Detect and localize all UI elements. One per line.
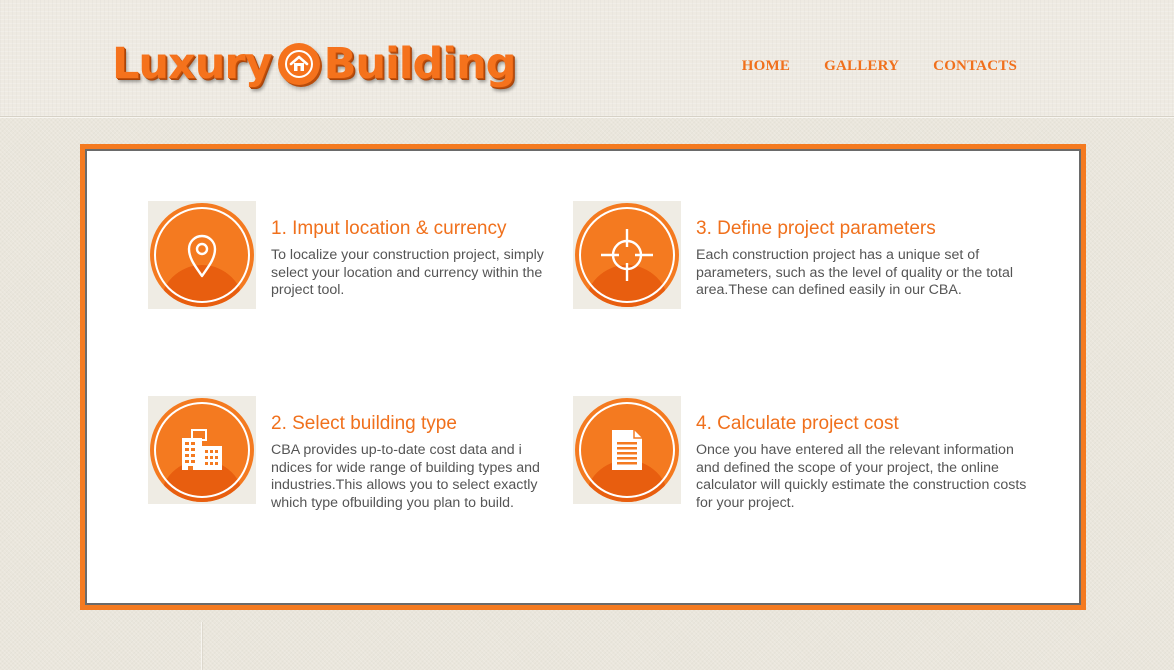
site-header: Luxury Building HOME GALLERY CONTACTS bbox=[0, 0, 1174, 117]
logo[interactable]: Luxury Building bbox=[112, 34, 517, 94]
buildings-icon bbox=[150, 398, 254, 502]
step-building-type: 2. Select building type CBA provides up-… bbox=[148, 396, 588, 511]
crosshair-icon bbox=[575, 203, 679, 307]
step-icon-tile bbox=[573, 201, 681, 309]
nav-home-link[interactable]: HOME bbox=[742, 58, 790, 75]
footer-divider bbox=[201, 622, 202, 670]
step-icon-tile bbox=[148, 396, 256, 504]
step-location-currency: 1. Imput location & currency To localize… bbox=[148, 201, 588, 311]
step-title: 4. Calculate project cost bbox=[696, 413, 899, 434]
logo-word-building: Building bbox=[323, 38, 517, 89]
step-icon-tile bbox=[148, 201, 256, 309]
nav-gallery-link[interactable]: GALLERY bbox=[824, 58, 899, 75]
step-description: To localize your construction project, s… bbox=[271, 247, 544, 299]
main-nav: HOME GALLERY CONTACTS bbox=[742, 58, 1017, 75]
steps-panel-content: 1. Imput location & currency To localize… bbox=[85, 149, 1081, 605]
step-icon-tile bbox=[573, 396, 681, 504]
step-title: 1. Imput location & currency bbox=[271, 218, 507, 239]
step-title: 2. Select building type bbox=[271, 413, 457, 434]
step-title: 3. Define project parameters bbox=[696, 218, 936, 239]
steps-panel: 1. Imput location & currency To localize… bbox=[80, 144, 1086, 610]
location-pin-icon bbox=[150, 203, 254, 307]
nav-contacts-link[interactable]: CONTACTS bbox=[933, 58, 1017, 75]
logo-word-luxury: Luxury bbox=[112, 38, 273, 89]
house-icon bbox=[277, 43, 320, 85]
step-description: CBA provides up-to-date cost data and i … bbox=[271, 442, 540, 512]
step-project-parameters: 3. Define project parameters Each constr… bbox=[573, 201, 1013, 311]
step-description: Once you have entered all the relevant i… bbox=[696, 442, 1027, 512]
step-description: Each construction project has a unique s… bbox=[696, 247, 1014, 299]
step-calculate-cost: 4. Calculate project cost Once you have … bbox=[573, 396, 1026, 511]
document-icon bbox=[575, 398, 679, 502]
